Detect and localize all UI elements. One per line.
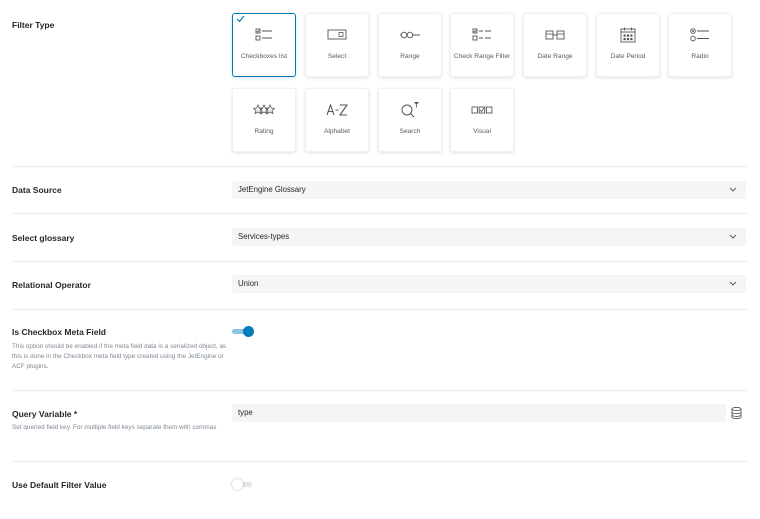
default-filter-label: Use Default Filter Value — [12, 480, 107, 490]
tile-label: Checkboxes list — [240, 53, 288, 60]
chevron-down-icon — [729, 234, 737, 239]
query-variable-input[interactable]: type — [232, 404, 726, 422]
filter-type-label: Filter Type — [12, 20, 55, 30]
divider — [12, 213, 748, 214]
divider — [12, 461, 748, 462]
divider — [12, 390, 748, 391]
default-filter-toggle[interactable] — [232, 479, 254, 490]
tile-label: Alphabet — [323, 128, 351, 135]
radio-icon — [669, 27, 731, 43]
checkbox-meta-description: This option should be enabled if the met… — [12, 343, 227, 370]
toggle-knob — [243, 326, 254, 337]
tile-label: Select — [327, 53, 347, 60]
date-range-icon — [524, 27, 586, 43]
chevron-down-icon — [729, 187, 737, 192]
toggle-knob — [232, 479, 243, 490]
range-icon — [379, 27, 441, 43]
checkboxes-list-icon — [233, 27, 295, 43]
tile-select[interactable]: Select — [305, 13, 369, 77]
glossary-value: Services-types — [238, 232, 290, 241]
divider — [12, 309, 748, 310]
data-source-label: Data Source — [12, 185, 62, 195]
calendar-icon — [597, 27, 659, 43]
tile-range[interactable]: Range — [378, 13, 442, 77]
stars-icon — [233, 102, 295, 118]
tile-label: Radio — [691, 53, 709, 60]
tile-radio[interactable]: Radio — [668, 13, 732, 77]
tile-checkboxes-list[interactable]: Checkboxes list — [232, 13, 296, 77]
relational-operator-value: Union — [238, 279, 259, 288]
tile-search[interactable]: Search — [378, 88, 442, 152]
data-source-value: JetEngine Glossary — [238, 185, 306, 194]
relational-operator-label: Relational Operator — [12, 280, 91, 290]
tile-date-range[interactable]: Date Range — [523, 13, 587, 77]
select-icon — [306, 27, 368, 43]
alphabet-icon — [306, 102, 368, 118]
search-icon — [379, 102, 441, 118]
select-glossary-label: Select glossary — [12, 233, 75, 243]
tile-label: Date Range — [537, 53, 573, 60]
check-icon — [236, 15, 245, 23]
divider — [12, 166, 748, 167]
visual-icon — [451, 102, 513, 118]
query-variable-value: type — [238, 408, 253, 417]
tile-label: Rating — [254, 128, 274, 135]
checkbox-meta-label: Is Checkbox Meta Field — [12, 327, 106, 337]
glossary-select[interactable]: Services-types — [232, 228, 746, 246]
database-icon[interactable] — [731, 407, 742, 419]
tile-label: Check Range Filter — [453, 53, 511, 60]
chevron-down-icon — [729, 281, 737, 286]
query-variable-description: Set queried field key. For multiple fiel… — [12, 424, 217, 431]
divider — [12, 261, 748, 262]
query-variable-label: Query Variable * — [12, 409, 78, 419]
tile-alphabet[interactable]: Alphabet — [305, 88, 369, 152]
tile-label: Range — [400, 53, 420, 60]
tile-label: Search — [399, 128, 421, 135]
checkbox-meta-toggle[interactable] — [232, 326, 254, 337]
tile-label: Date Period — [610, 53, 646, 60]
tile-date-period[interactable]: Date Period — [596, 13, 660, 77]
tile-visual[interactable]: Visual — [450, 88, 514, 152]
tile-label: Visual — [473, 128, 491, 135]
check-range-icon — [451, 27, 513, 43]
tile-rating[interactable]: Rating — [232, 88, 296, 152]
data-source-select[interactable]: JetEngine Glossary — [232, 181, 746, 199]
tile-check-range-filter[interactable]: Check Range Filter — [450, 13, 514, 77]
relational-operator-select[interactable]: Union — [232, 275, 746, 293]
